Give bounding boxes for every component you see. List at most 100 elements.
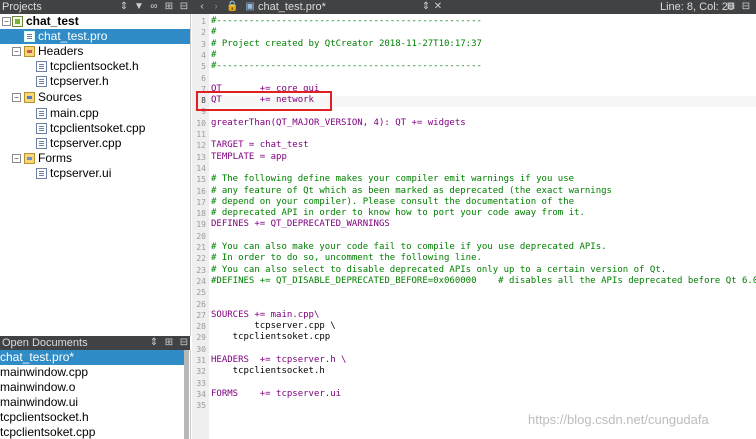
code-line[interactable]: FORMS += tcpserver.ui [211,389,341,400]
line-number: 23 [196,265,206,275]
tree-item-label: tcpserver.cpp [50,136,122,150]
code-line[interactable]: #DEFINES += QT_DISABLE_DEPRECATED_BEFORE… [211,276,756,287]
line-number: 29 [196,333,206,343]
header-file-icon [36,76,47,87]
collapse-toggle-icon[interactable]: − [2,17,11,26]
header-file-icon [36,61,47,72]
code-line[interactable]: # [211,50,216,61]
code-line[interactable]: greaterThan(QT_MAJOR_VERSION, 4): QT += … [211,118,466,129]
open-documents-title: Open Documents [2,337,88,349]
tree-item-label: tcpclientsocket.h [50,59,139,73]
code-line[interactable]: # Project created by QtCreator 2018-11-2… [211,39,482,50]
line-number: 14 [196,163,206,173]
code-line[interactable]: tcpclientsoket.cpp [211,332,331,343]
line-number: 10 [196,118,206,128]
open-document-item[interactable]: chat_test.pro* [0,350,184,365]
line-number: 1 [201,17,206,26]
open-document-item[interactable]: mainwindow.cpp [0,365,184,380]
open-document-item[interactable]: mainwindow.ui [0,395,184,410]
back-icon[interactable]: ‹ [196,1,208,13]
cursor-position[interactable]: Line: 8, Col: 20 [660,0,734,14]
source-file-icon [36,123,47,134]
code-line[interactable]: TARGET = chat_test [211,140,309,151]
code-line[interactable]: # depend on your compiler). Please consu… [211,197,574,208]
line-number: 5 [201,62,206,72]
line-number: 32 [196,367,206,377]
source-file-icon [36,138,47,149]
tree-item-file[interactable]: tcpclientsoket.cpp [0,121,190,136]
collapse-toggle-icon[interactable]: − [12,154,21,163]
code-line[interactable]: # deprecated API in order to know how to… [211,208,585,219]
open-document-item[interactable]: mainwindow.o [0,380,184,395]
tree-item-label: Headers [38,44,84,58]
tree-item-file[interactable]: tcpclientsocket.h [0,59,190,74]
code-line[interactable]: # any feature of Qt which as been marked… [211,186,612,197]
open-documents-list: chat_test.pro* mainwindow.cpp mainwindow… [0,350,191,439]
sources-folder-icon [24,92,35,103]
code-line[interactable]: tcpserver.cpp \ [211,321,335,332]
lock-icon: 🔒 [226,1,239,12]
line-number: 3 [201,39,206,49]
close-split-icon[interactable]: ⊟ [740,1,752,13]
line-number: 20 [196,231,206,241]
tree-item-label: chat_test.pro [38,29,108,43]
split-icon[interactable]: ⊞ [163,337,175,349]
code-line[interactable]: DEFINES += QT_DEPRECATED_WARNINGS [211,219,390,230]
line-number: 28 [196,322,206,332]
tree-item-pro-file[interactable]: chat_test.pro [0,29,190,44]
collapse-toggle-icon[interactable]: − [12,93,21,102]
editor-file-tab[interactable]: chat_test.pro* [258,0,326,14]
source-file-icon [36,108,47,119]
code-line[interactable]: # In order to do so, uncomment the follo… [211,253,482,264]
sort-icon[interactable]: ⇕ [148,337,160,349]
open-document-item[interactable]: tcpclientsocket.h [0,410,184,425]
code-line[interactable]: # You can also select to disable depreca… [211,265,666,276]
code-line[interactable]: # The following define makes your compil… [211,174,574,185]
project-icon [12,16,23,27]
code-line[interactable]: # You can also make your code fail to co… [211,242,607,253]
line-number: 26 [196,299,206,309]
code-line[interactable]: HEADERS += tcpserver.h \ [211,355,346,366]
collapse-toggle-icon[interactable]: − [12,47,21,56]
tree-item-headers[interactable]: − Headers [0,44,190,59]
scrollbar-thumb[interactable] [184,350,189,439]
code-line[interactable]: # [211,27,216,38]
code-line[interactable]: TEMPLATE = app [211,152,287,163]
tree-item-file[interactable]: tcpserver.h [0,74,190,89]
tree-item-file[interactable]: main.cpp [0,106,190,121]
filter-icon[interactable]: ▼ [133,1,145,13]
tree-item-label: main.cpp [50,106,99,120]
line-number-gutter: 1 2 3 4 5 6 7 8 9 10 11 12 13 14 15 16 17 18 19 20 21 22 23 24 2… [192,14,209,439]
open-document-item[interactable]: tcpclientsoket.cpp [0,425,184,439]
split-icon[interactable]: ⊞ [163,1,175,13]
close-pane-icon[interactable]: ⊟ [178,1,190,13]
open-documents-scrollbar[interactable] [184,350,189,439]
code-line[interactable]: SOURCES += main.cpp\ [211,310,319,321]
line-number: 22 [196,254,206,264]
split-editor-icon[interactable]: ⊞ [725,1,737,13]
tree-item-file[interactable]: tcpserver.cpp [0,136,190,151]
tree-item-file[interactable]: tcpserver.ui [0,166,190,181]
code-line[interactable]: #---------------------------------------… [211,16,482,27]
forward-icon[interactable]: › [210,1,222,13]
close-pane-icon[interactable]: ⊟ [178,337,190,349]
line-number: 27 [196,310,206,320]
line-number: 15 [196,175,206,185]
code-line[interactable]: tcpclientsocket.h [211,366,325,377]
sort-icon[interactable]: ⇕ [118,1,130,13]
code-editor[interactable]: #---------------------------------------… [211,14,756,439]
tab-dropdown-icon[interactable]: ⇕ [420,1,432,13]
tree-item-forms[interactable]: − Forms [0,151,190,166]
line-number: 31 [196,356,206,365]
forms-folder-icon [24,153,35,164]
close-document-icon[interactable]: ✕ [432,1,444,13]
tree-item-project[interactable]: − chat_test [0,14,190,29]
link-icon[interactable]: ∞ [148,1,160,13]
line-number: 11 [196,130,206,139]
form-file-icon [36,168,47,179]
code-line[interactable]: #---------------------------------------… [211,61,482,72]
tree-item-sources[interactable]: − Sources [0,90,190,105]
tree-item-label: tcpserver.ui [50,166,112,180]
projects-tree: − chat_test chat_test.pro − Headers tcpc… [0,14,191,336]
tree-item-label: Forms [38,151,72,165]
